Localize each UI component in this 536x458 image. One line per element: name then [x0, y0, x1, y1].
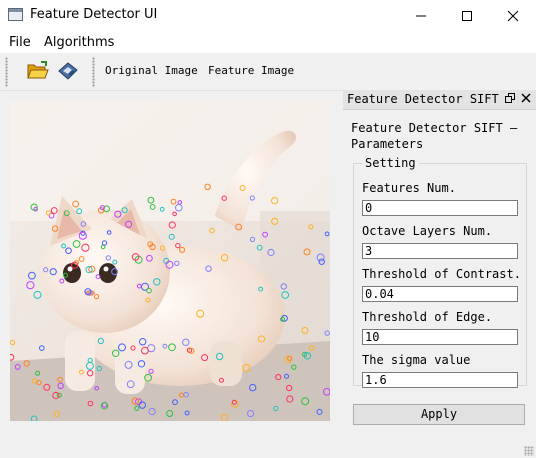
float-icon[interactable] — [505, 92, 515, 106]
title-bar: Feature Detector UI — [0, 0, 536, 31]
octave-layers-label: Octave Layers Num. — [362, 224, 493, 238]
resize-grip[interactable] — [524, 446, 534, 456]
toolbar: Original Image Feature Image — [0, 53, 536, 91]
close-button[interactable] — [490, 0, 536, 31]
features-num-input[interactable]: 0 — [362, 200, 518, 216]
apply-button[interactable]: Apply — [353, 404, 525, 425]
feature-image-button[interactable]: Feature Image — [208, 64, 294, 77]
menu-file[interactable]: File — [9, 35, 31, 50]
sift-dock-panel: Feature Detector SIFT Feature Detector S… — [343, 90, 536, 458]
minimize-icon — [416, 15, 426, 16]
setting-group: Setting Features Num. 0 Octave Layers Nu… — [353, 156, 527, 388]
panel-title: Feature Detector SIFT — Parameters — [351, 121, 518, 151]
toolbar-grip[interactable] — [5, 57, 8, 87]
dock-close-icon[interactable] — [521, 92, 531, 106]
app-icon — [8, 8, 23, 21]
open-button[interactable] — [25, 58, 51, 84]
image-view[interactable] — [10, 101, 330, 421]
dock-title: Feature Detector SIFT — [347, 92, 499, 106]
menu-bar: File Algorithms — [0, 31, 536, 53]
sigma-input[interactable]: 1.6 — [362, 372, 518, 388]
features-num-label: Features Num. — [362, 181, 456, 195]
minimize-button[interactable] — [398, 0, 444, 31]
dock-title-bar[interactable]: Feature Detector SIFT — [343, 90, 536, 110]
contrast-threshold-input[interactable]: 0.04 — [362, 286, 518, 302]
original-image-button[interactable]: Original Image — [105, 64, 198, 77]
group-title: Setting — [362, 156, 419, 170]
edge-threshold-input[interactable]: 10 — [362, 329, 518, 345]
folder-open-icon — [27, 61, 49, 79]
maximize-icon — [462, 10, 472, 21]
close-icon — [507, 10, 519, 21]
sigma-label: The sigma value — [362, 353, 471, 367]
menu-algorithms[interactable]: Algorithms — [44, 35, 114, 50]
toolbar-separator — [92, 57, 95, 87]
octave-layers-input[interactable]: 3 — [362, 243, 518, 259]
kitten-image — [10, 101, 330, 421]
save-disk-icon — [58, 62, 78, 80]
window-title: Feature Detector UI — [30, 7, 158, 22]
save-button[interactable] — [55, 58, 81, 84]
maximize-button[interactable] — [444, 0, 490, 31]
contrast-threshold-label: Threshold of Contrast. — [362, 267, 521, 281]
edge-threshold-label: Threshold of Edge. — [362, 310, 493, 324]
